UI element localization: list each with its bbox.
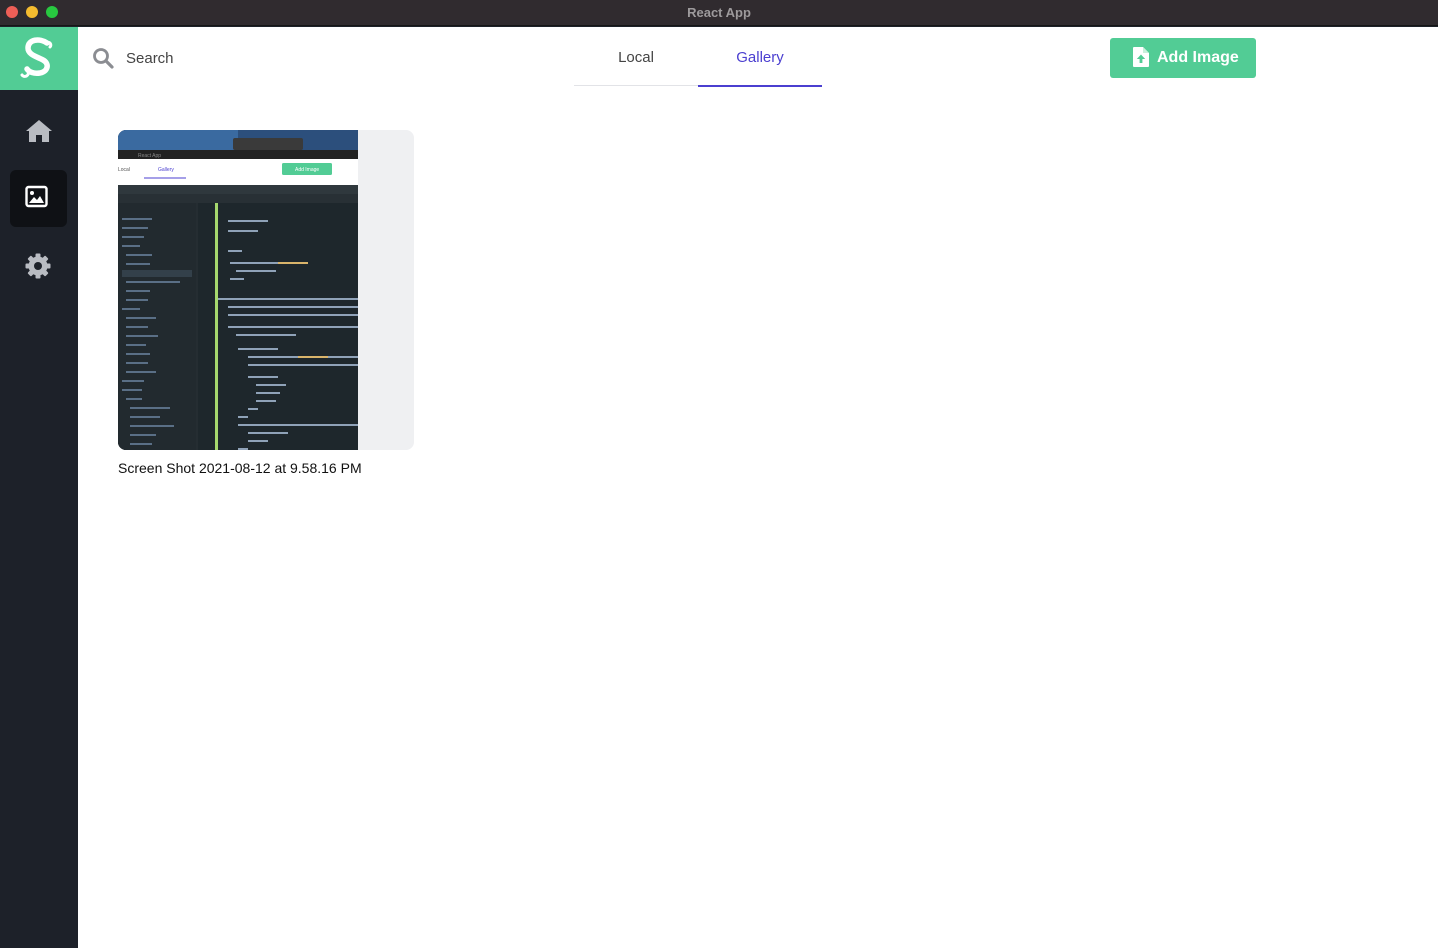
gallery-item-thumbnail: React App Local Gallery Add Image [118,130,358,450]
thumb-add-label: Add Image [295,167,319,173]
logo-icon [20,37,53,78]
home-icon [26,120,52,142]
thumb-tab-gallery: Gallery [158,167,174,173]
window-title: React App [687,5,751,20]
gear-icon [25,253,51,279]
tab-gallery[interactable]: Gallery [698,38,822,87]
image-icon [25,185,48,208]
add-image-label: Add Image [1157,49,1239,66]
gallery-item[interactable]: React App Local Gallery Add Image [118,130,414,450]
sidebar-item-home[interactable] [10,103,67,160]
sidebar-item-gallery[interactable] [10,170,67,227]
main-content: Local Gallery Add Image React App Local … [78,27,1438,948]
app-logo[interactable] [0,27,78,90]
screenshot-thumbnail-image: React App Local Gallery Add Image [118,130,358,450]
sidebar [0,27,78,948]
search-input[interactable] [126,47,426,69]
view-tabs: Local Gallery [574,38,822,87]
tab-local[interactable]: Local [574,38,698,86]
gallery-item-caption: Screen Shot 2021-08-12 at 9.58.16 PM [118,460,362,476]
add-image-button[interactable]: Add Image [1110,38,1256,78]
thumb-tab-local: Local [118,167,130,173]
window-titlebar: React App [0,0,1438,26]
file-upload-icon [1133,47,1149,67]
thumb-app-title: React App [138,153,161,159]
search-icon [93,48,114,69]
sidebar-item-settings[interactable] [10,238,67,295]
